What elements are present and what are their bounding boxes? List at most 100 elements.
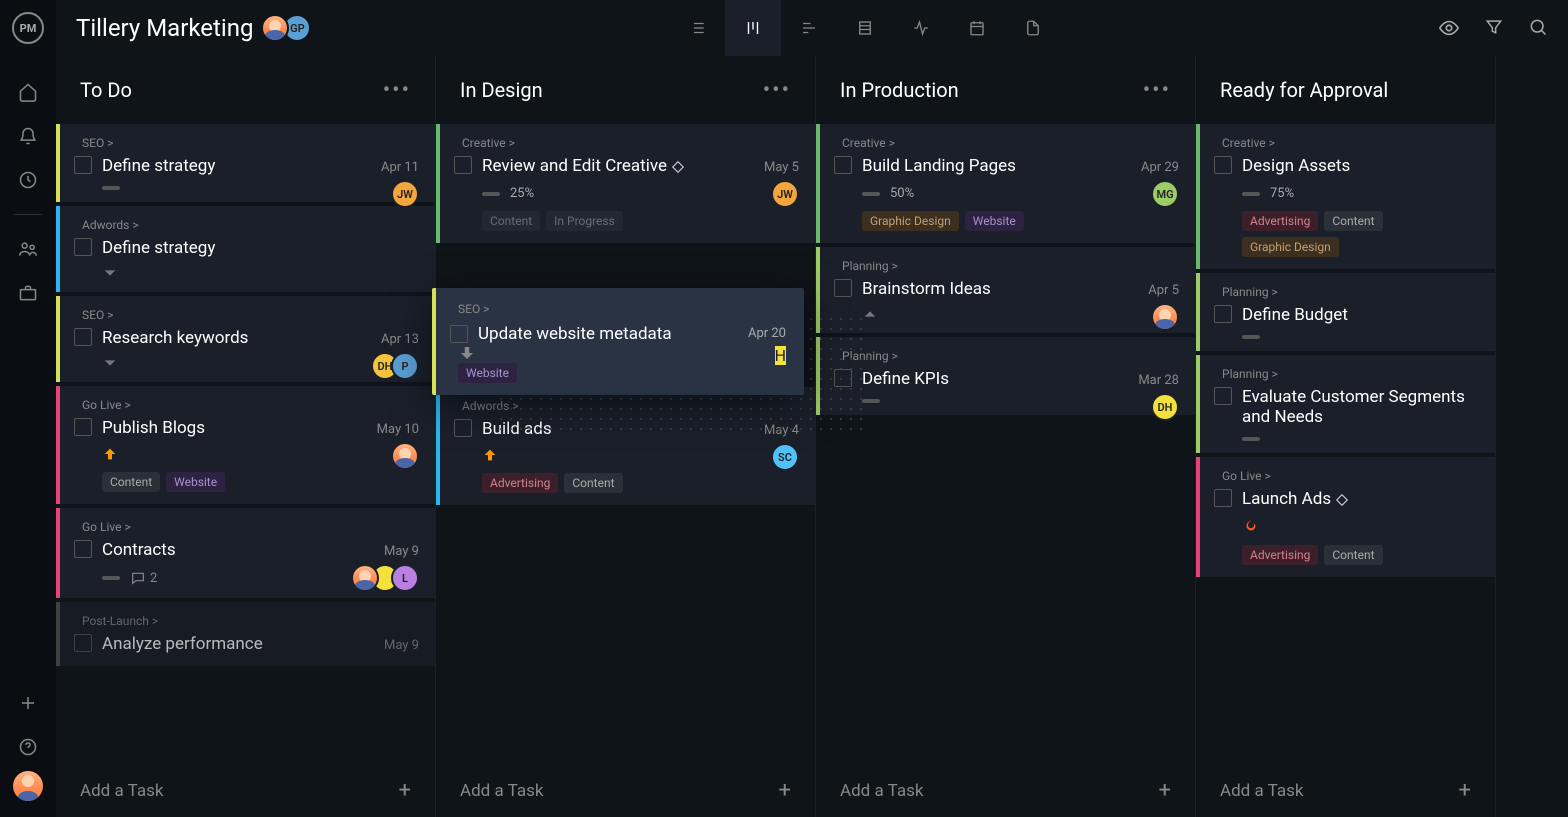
task-card[interactable]: Adwords >Define strategy	[56, 206, 435, 292]
task-card[interactable]: Creative >Build Landing PagesApr 29MG50%…	[816, 124, 1195, 243]
task-checkbox[interactable]	[454, 419, 472, 437]
task-card[interactable]: Planning >Evaluate Customer Segments and…	[1196, 355, 1495, 453]
visibility-icon[interactable]	[1438, 17, 1460, 39]
current-user-avatar[interactable]	[13, 771, 43, 801]
project-members[interactable]: GP	[267, 14, 311, 42]
avatar[interactable]	[391, 442, 419, 470]
add-task-button[interactable]: Add a Task+	[436, 764, 815, 817]
tag[interactable]: Graphic Design	[862, 211, 959, 231]
avatar[interactable]: DH	[1151, 393, 1179, 421]
project-title[interactable]: Tillery Marketing	[76, 14, 253, 42]
app-logo[interactable]: PM	[12, 12, 44, 44]
board-view-icon[interactable]	[725, 0, 781, 56]
list-view-icon[interactable]	[669, 0, 725, 56]
task-card[interactable]: Creative >Review and Edit Creative May 5…	[436, 124, 815, 243]
progress-bar	[1242, 437, 1260, 441]
tag[interactable]: Website	[166, 472, 225, 492]
progress-bar	[102, 186, 120, 190]
tag[interactable]: Website	[965, 211, 1024, 231]
task-checkbox[interactable]	[834, 156, 852, 174]
card-tags: Content Website	[102, 472, 419, 492]
tag[interactable]: Advertising	[1242, 211, 1318, 231]
priority-icon	[862, 307, 1179, 321]
task-card[interactable]: Planning >Brainstorm IdeasApr 5	[816, 247, 1195, 333]
add-task-button[interactable]: Add a Task+	[56, 764, 435, 817]
progress-bar	[1242, 192, 1260, 196]
avatar[interactable]: L	[391, 564, 419, 592]
card-tags: Content In Progress	[482, 211, 799, 231]
avatar[interactable]: JW	[771, 180, 799, 208]
avatar[interactable]	[261, 14, 289, 42]
add-task-button[interactable]: Add a Task+	[1196, 764, 1495, 817]
card-title: Publish Blogs	[102, 418, 419, 438]
avatar[interactable]: JW	[391, 180, 419, 208]
avatar[interactable]	[1151, 303, 1179, 331]
search-icon[interactable]	[1528, 17, 1548, 39]
task-card[interactable]: Post-Launch >Analyze performanceMay 9	[56, 602, 435, 666]
task-card[interactable]: Creative >Design Assets75%AdvertisingCon…	[1196, 124, 1495, 269]
add-task-label: Add a Task	[80, 781, 163, 801]
people-icon[interactable]	[8, 229, 48, 269]
task-card[interactable]: Planning >Define KPIsMar 28DH	[816, 337, 1195, 415]
filter-icon[interactable]	[1484, 17, 1504, 39]
column-menu-icon[interactable]: •••	[763, 78, 791, 103]
tag[interactable]: Content	[1324, 211, 1382, 231]
tag[interactable]: Content	[1324, 545, 1382, 565]
tag[interactable]: Graphic Design	[1242, 237, 1339, 257]
add-task-button[interactable]: Add a Task+	[816, 764, 1195, 817]
dragging-card[interactable]: SEO > Update website metadata Apr 20 H W…	[432, 288, 804, 395]
tag[interactable]: Content	[102, 472, 160, 492]
activity-view-icon[interactable]	[893, 0, 949, 56]
avatar[interactable]: SC	[771, 443, 799, 471]
comments-count[interactable]: 2	[130, 570, 157, 586]
task-checkbox[interactable]	[74, 328, 92, 346]
tag[interactable]: Content	[564, 473, 622, 493]
task-checkbox[interactable]	[74, 156, 92, 174]
task-card[interactable]: Planning >Define Budget	[1196, 273, 1495, 351]
task-checkbox[interactable]	[74, 540, 92, 558]
calendar-view-icon[interactable]	[949, 0, 1005, 56]
column-menu-icon[interactable]: •••	[383, 78, 411, 103]
task-checkbox[interactable]	[74, 418, 92, 436]
progress-bar	[1242, 335, 1260, 339]
task-checkbox[interactable]	[1214, 156, 1232, 174]
tag[interactable]: Advertising	[482, 473, 558, 493]
clock-icon[interactable]	[8, 160, 48, 200]
task-checkbox[interactable]	[74, 634, 92, 652]
task-checkbox[interactable]	[834, 279, 852, 297]
task-checkbox[interactable]	[454, 156, 472, 174]
tag[interactable]: Content	[482, 211, 540, 231]
priority-icon	[102, 266, 419, 280]
bell-icon[interactable]	[8, 116, 48, 156]
briefcase-icon[interactable]	[8, 273, 48, 313]
avatar[interactable]: H	[775, 346, 786, 365]
add-task-label: Add a Task	[840, 781, 923, 801]
task-checkbox[interactable]	[1214, 305, 1232, 323]
card-tags: Advertising Content Graphic Design	[1242, 211, 1479, 257]
task-card[interactable]: Go Live >Publish BlogsMay 10ContentWebsi…	[56, 386, 435, 504]
home-icon[interactable]	[8, 72, 48, 112]
avatar[interactable]	[351, 564, 379, 592]
card-meta: 75%	[1242, 186, 1479, 201]
sheet-view-icon[interactable]	[837, 0, 893, 56]
gantt-view-icon[interactable]	[781, 0, 837, 56]
task-card[interactable]: SEO >Define strategyApr 11JW	[56, 124, 435, 202]
column-menu-icon[interactable]: •••	[1143, 78, 1171, 103]
tag[interactable]: Website	[458, 363, 517, 383]
tag[interactable]: Advertising	[1242, 545, 1318, 565]
help-icon[interactable]	[8, 727, 48, 767]
task-card[interactable]: Go Live >ContractsMay 9L 2	[56, 508, 435, 598]
tag[interactable]: In Progress	[546, 211, 623, 231]
task-checkbox[interactable]	[74, 238, 92, 256]
task-card[interactable]: SEO >Research keywordsApr 13DHP	[56, 296, 435, 382]
task-card[interactable]: Go Live >Launch Ads AdvertisingContent	[1196, 457, 1495, 577]
task-checkbox[interactable]	[1214, 387, 1232, 405]
add-icon[interactable]	[8, 683, 48, 723]
avatar[interactable]: MG	[1151, 180, 1179, 208]
card-date: Apr 13	[381, 332, 419, 347]
task-checkbox[interactable]	[450, 325, 468, 343]
files-view-icon[interactable]	[1005, 0, 1061, 56]
task-checkbox[interactable]	[1214, 489, 1232, 507]
priority-icon	[102, 446, 419, 462]
avatar[interactable]: P	[391, 352, 419, 380]
